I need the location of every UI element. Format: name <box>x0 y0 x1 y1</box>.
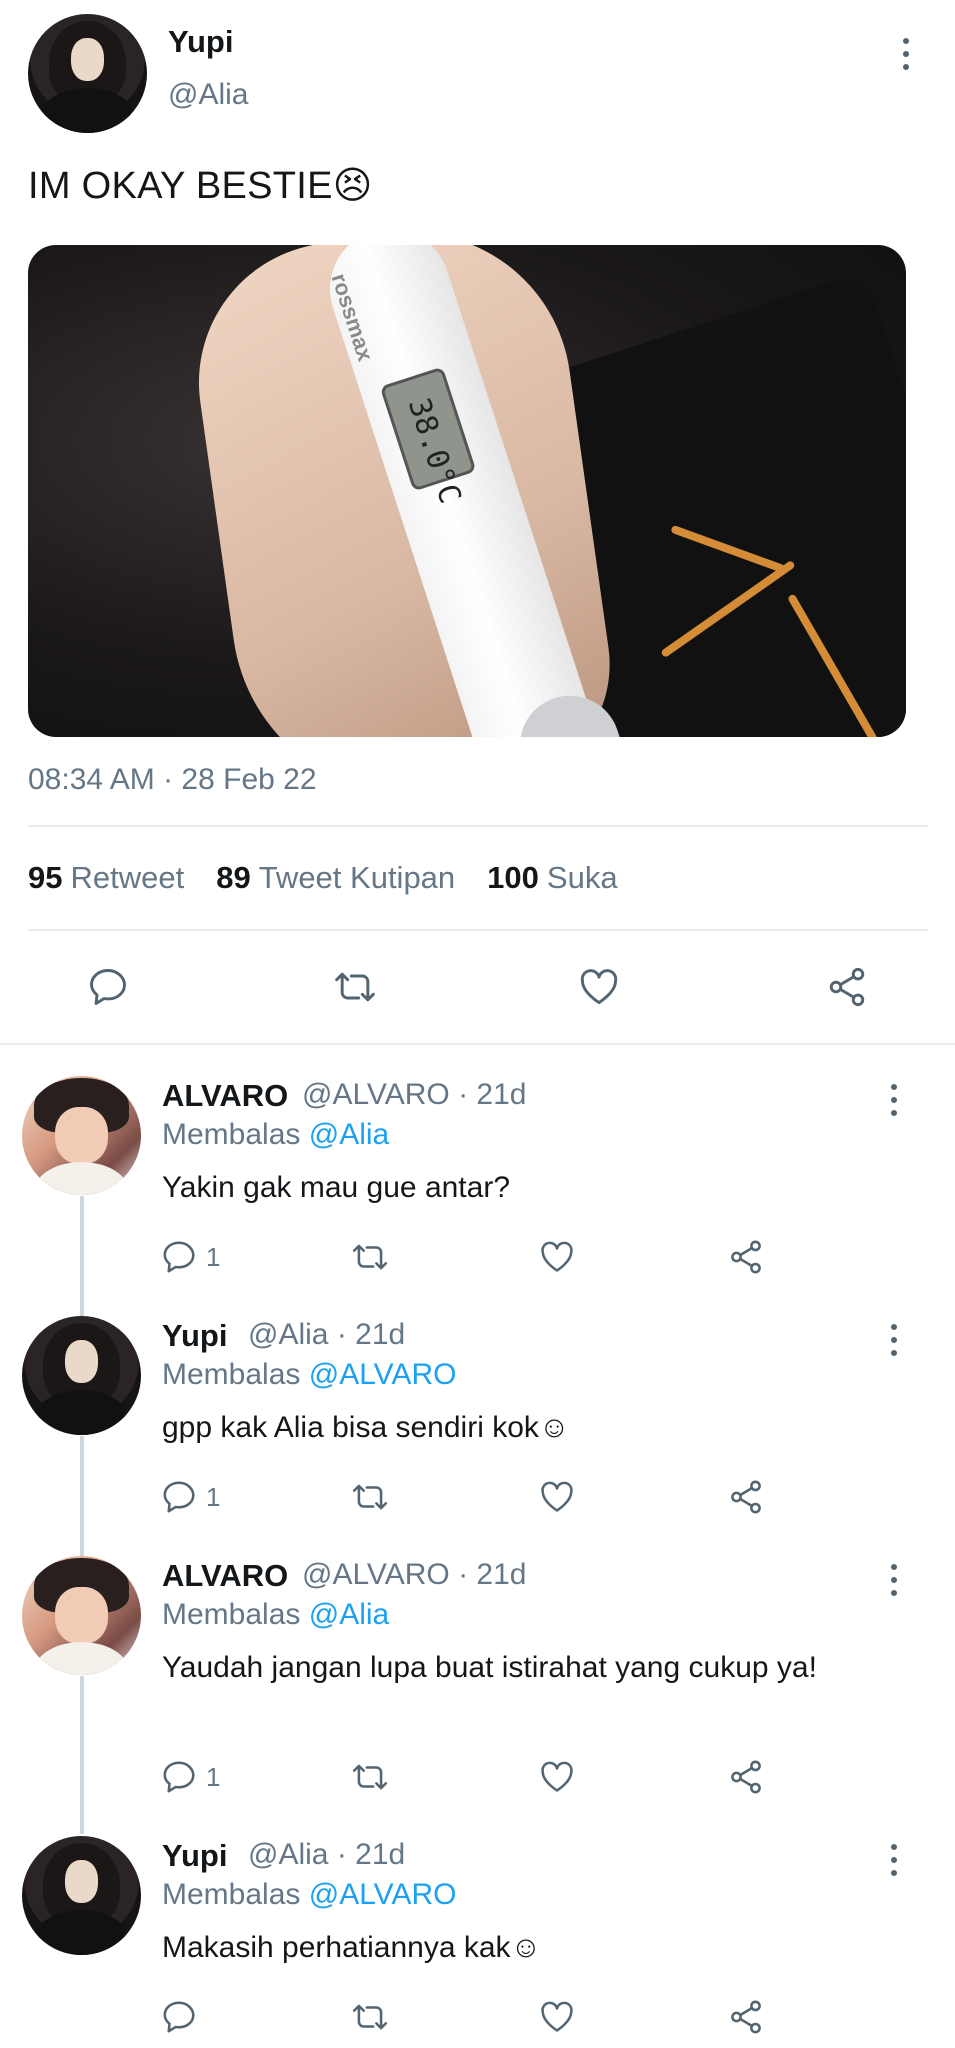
share-button[interactable] <box>825 965 869 1009</box>
like-icon <box>541 1481 573 1512</box>
more-options-icon[interactable] <box>884 1320 904 1360</box>
reply-text: Makasih perhatiannya kak☺ <box>162 1931 542 1964</box>
main-tweet: Yupi @Alia IM OKAY BESTIE😣 rossmax 38.0°… <box>0 0 955 1040</box>
like-icon <box>541 2001 573 2032</box>
reply-author-name[interactable]: Yupi <box>162 1838 227 1874</box>
mention-link[interactable]: @ALVARO <box>309 1878 457 1911</box>
more-options-icon[interactable] <box>884 1080 904 1120</box>
retweet-icon <box>352 2004 388 2030</box>
reply-count: 1 <box>206 1761 221 1792</box>
mention-link[interactable]: @ALVARO <box>309 1358 457 1391</box>
retweet-button[interactable] <box>350 1758 390 1796</box>
like-button[interactable] <box>538 1238 576 1276</box>
avatar[interactable] <box>22 1076 141 1195</box>
author-name[interactable]: Yupi <box>168 24 233 60</box>
avatar[interactable] <box>22 1836 141 1955</box>
replying-to: Membalas @Alia <box>162 1118 390 1151</box>
more-options-icon[interactable] <box>896 34 916 74</box>
retweet-icon <box>352 1764 388 1790</box>
more-options-icon[interactable] <box>884 1560 904 1600</box>
reply-icon <box>163 1241 195 1273</box>
like-count[interactable]: 100 Suka <box>487 860 617 896</box>
retweet-button[interactable] <box>350 1998 390 2036</box>
reply-icon <box>163 1761 195 1793</box>
like-icon <box>580 969 618 1005</box>
like-icon <box>541 1761 573 1792</box>
avatar[interactable] <box>28 14 147 133</box>
tweet-stats: 95 Retweet 89 Tweet Kutipan 100 Suka <box>28 860 618 896</box>
reply-button[interactable] <box>86 965 130 1009</box>
reply-tweet[interactable]: ALVARO @ALVARO · 21d Membalas @Alia Yaki… <box>0 1076 955 1316</box>
retweet-icon <box>352 1484 388 1510</box>
reply-author-name[interactable]: ALVARO <box>162 1558 288 1594</box>
tweet-media-image[interactable]: rossmax 38.0°C <box>28 245 906 737</box>
share-icon <box>731 1760 761 1794</box>
reply-author-name[interactable]: Yupi <box>162 1318 227 1354</box>
replying-to: Membalas @Alia <box>162 1598 390 1631</box>
like-button[interactable] <box>538 1478 576 1516</box>
share-icon <box>731 1240 761 1274</box>
like-button[interactable] <box>538 1998 576 2036</box>
reply-text: gpp kak Alia bisa sendiri kok☺ <box>162 1411 570 1444</box>
retweet-count[interactable]: 95 Retweet <box>28 860 184 896</box>
divider <box>28 825 928 827</box>
reply-text: Yaudah jangan lupa buat istirahat yang c… <box>162 1651 817 1684</box>
share-icon <box>731 2000 761 2034</box>
avatar[interactable] <box>22 1316 141 1435</box>
avatar[interactable] <box>22 1556 141 1675</box>
tweet-timestamp[interactable]: 08:34 AM · 28 Feb 22 <box>28 763 317 797</box>
reply-button[interactable] <box>160 1998 206 2036</box>
retweet-icon <box>352 1244 388 1270</box>
retweet-button[interactable] <box>332 965 378 1009</box>
share-icon <box>731 1480 761 1514</box>
reply-tweet[interactable]: Yupi @Alia · 21d Membalas @ALVARO Makasi… <box>0 1836 955 2048</box>
share-button[interactable] <box>727 1478 765 1516</box>
share-button[interactable] <box>727 1758 765 1796</box>
reply-icon <box>163 2001 195 2033</box>
like-icon <box>541 1241 573 1272</box>
reply-author-handle[interactable]: @Alia · 21d <box>248 1318 405 1352</box>
mention-link[interactable]: @Alia <box>309 1118 389 1151</box>
reply-icon <box>90 969 126 1005</box>
reply-text: Yakin gak mau gue antar? <box>162 1171 511 1204</box>
quote-tweet-count[interactable]: 89 Tweet Kutipan <box>216 860 455 896</box>
share-icon <box>829 967 865 1007</box>
retweet-icon <box>335 972 375 1002</box>
reply-button[interactable]: 1 <box>160 1238 220 1276</box>
more-options-icon[interactable] <box>884 1840 904 1880</box>
retweet-button[interactable] <box>350 1478 390 1516</box>
reply-count: 1 <box>206 1241 221 1272</box>
reply-button[interactable]: 1 <box>160 1478 220 1516</box>
divider <box>28 929 928 931</box>
replying-to: Membalas @ALVARO <box>162 1878 457 1911</box>
replying-to: Membalas @ALVARO <box>162 1358 457 1391</box>
author-handle[interactable]: @Alia <box>168 78 248 112</box>
mention-link[interactable]: @Alia <box>309 1598 389 1631</box>
reply-tweet[interactable]: Yupi @Alia · 21d Membalas @ALVARO gpp ka… <box>0 1316 955 1556</box>
reply-icon <box>163 1481 195 1513</box>
share-button[interactable] <box>727 1238 765 1276</box>
like-button[interactable] <box>577 965 621 1009</box>
reply-author-handle[interactable]: @ALVARO · 21d <box>302 1558 526 1592</box>
reply-author-handle[interactable]: @ALVARO · 21d <box>302 1078 526 1112</box>
share-button[interactable] <box>727 1998 765 2036</box>
reply-author-name[interactable]: ALVARO <box>162 1078 288 1114</box>
retweet-button[interactable] <box>350 1238 390 1276</box>
reply-tweet[interactable]: ALVARO @ALVARO · 21d Membalas @Alia Yaud… <box>0 1556 955 1836</box>
reply-author-handle[interactable]: @Alia · 21d <box>248 1838 405 1872</box>
reply-button[interactable]: 1 <box>160 1758 220 1796</box>
reply-count: 1 <box>206 1481 221 1512</box>
tweet-text: IM OKAY BESTIE😣 <box>28 165 373 207</box>
like-button[interactable] <box>538 1758 576 1796</box>
thermometer-reading: 38.0°C <box>400 393 468 508</box>
section-divider <box>0 1043 955 1045</box>
